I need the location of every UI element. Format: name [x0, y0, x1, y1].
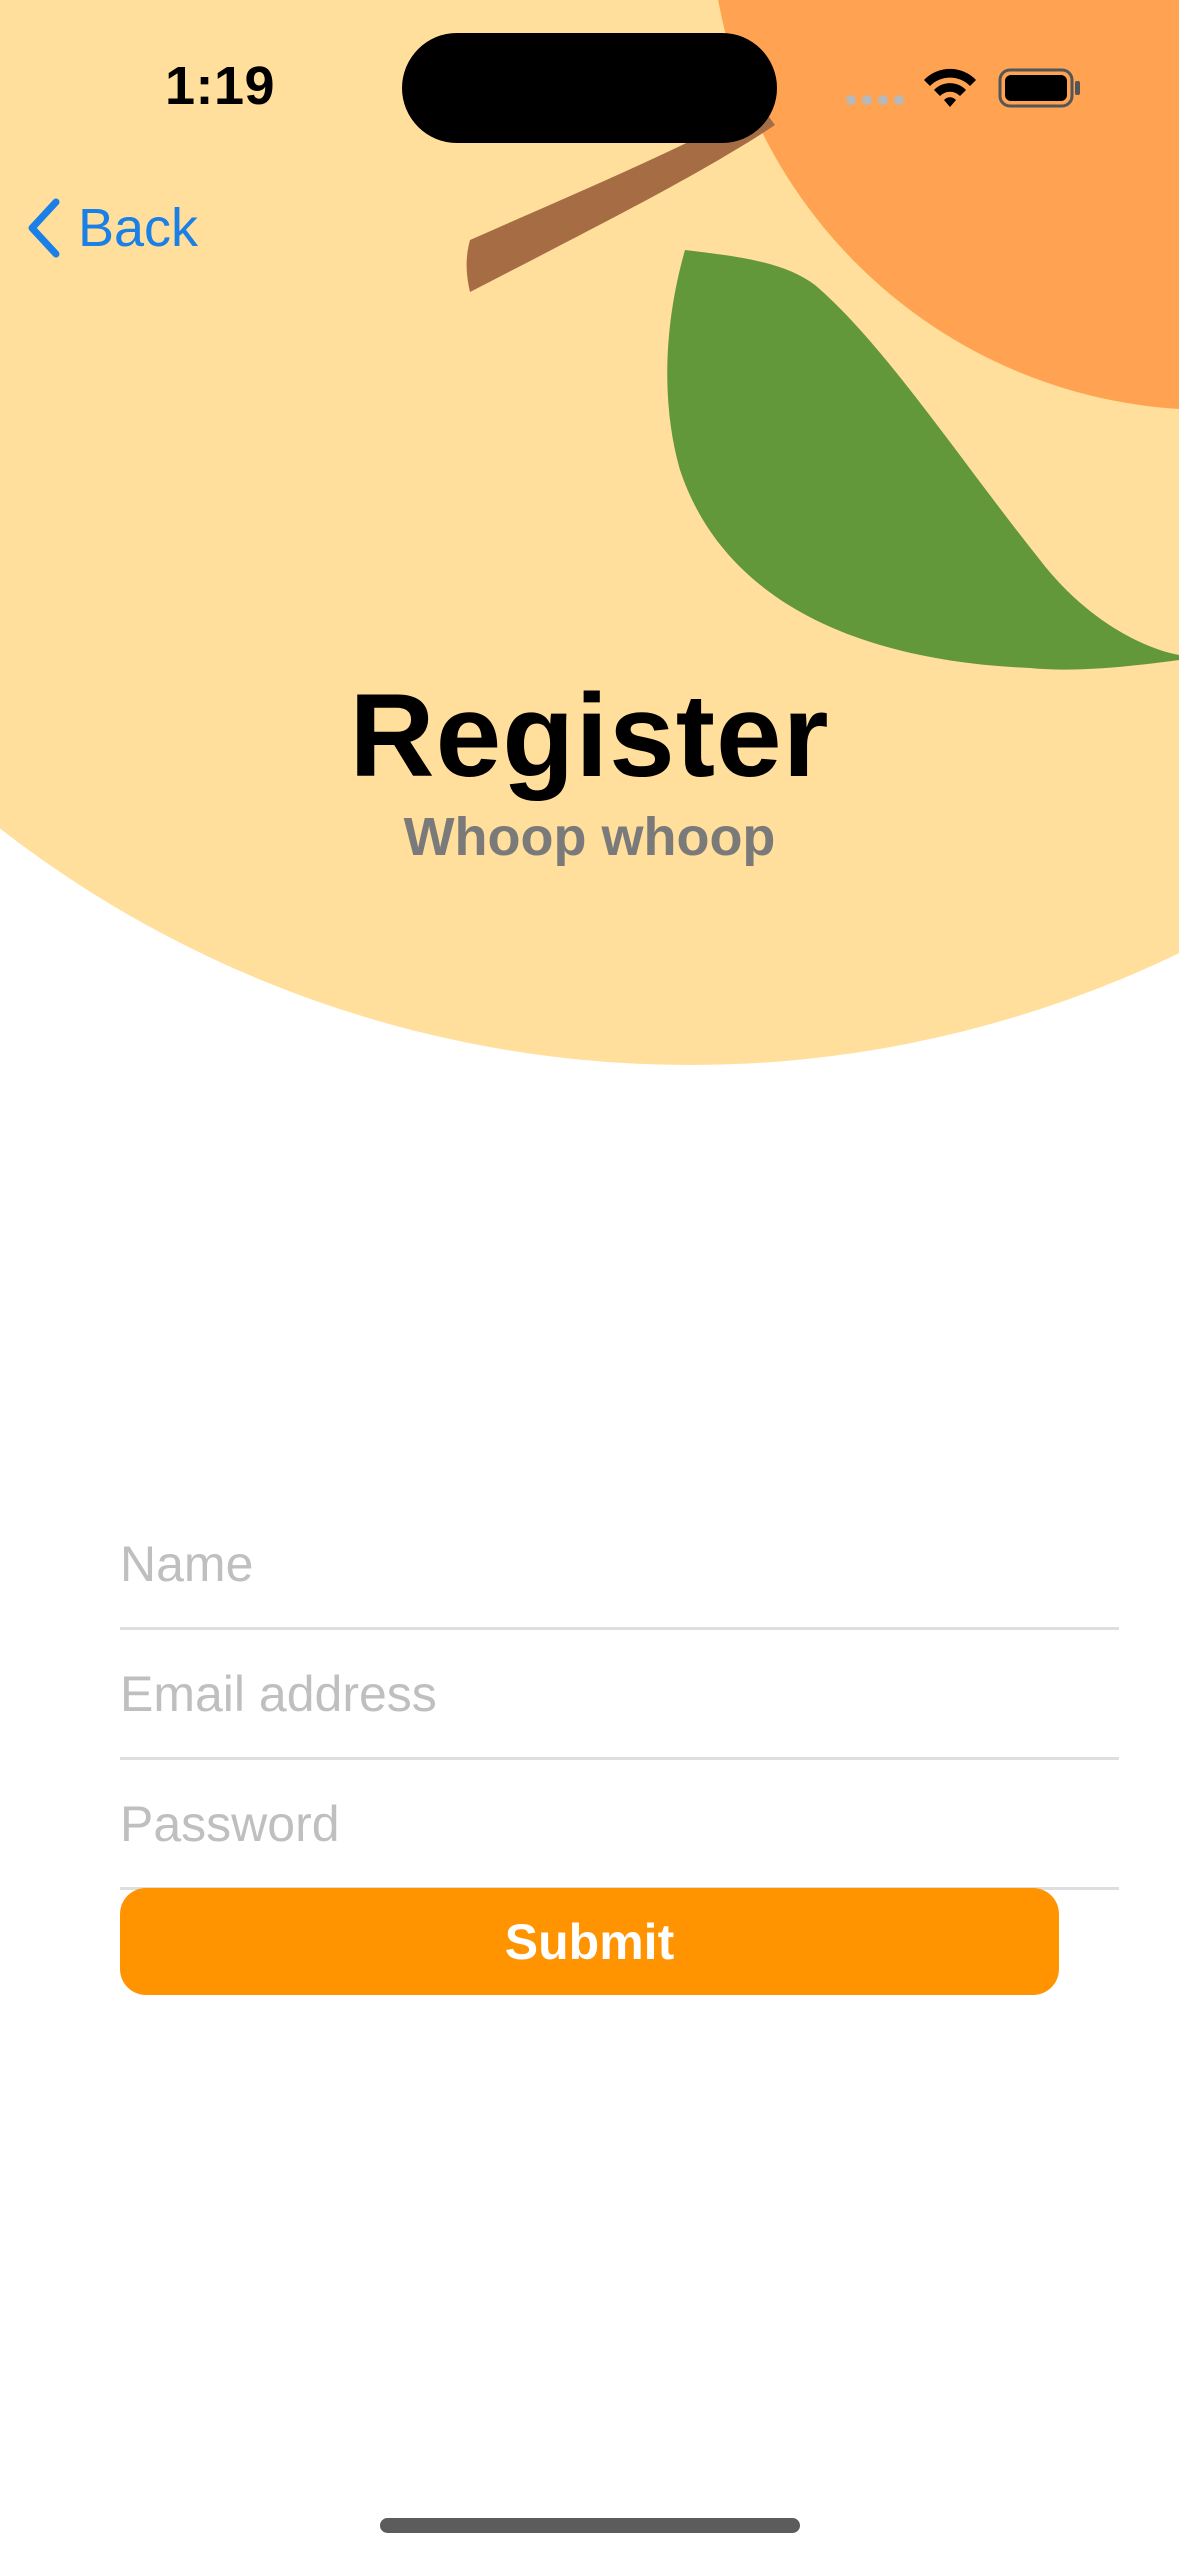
- register-form: [120, 1500, 1119, 1890]
- status-time: 1:19: [165, 56, 276, 116]
- dynamic-island: [402, 33, 777, 143]
- password-field-row: [120, 1760, 1119, 1890]
- page-title: Register: [349, 670, 830, 802]
- home-indicator[interactable]: [380, 2518, 800, 2533]
- email-field-row: [120, 1630, 1119, 1760]
- back-label: Back: [78, 198, 199, 258]
- name-field[interactable]: [120, 1534, 1119, 1593]
- email-field[interactable]: [120, 1664, 1119, 1723]
- submit-button[interactable]: Submit: [120, 1888, 1059, 1995]
- battery-icon: [998, 68, 1080, 108]
- signal-icon: [846, 95, 904, 105]
- chevron-left-icon: [28, 198, 60, 258]
- wifi-icon: [924, 68, 976, 107]
- name-field-row: [120, 1500, 1119, 1630]
- hero-illustration: [0, 0, 1179, 1065]
- back-button[interactable]: Back: [22, 188, 198, 268]
- password-field[interactable]: [120, 1794, 1119, 1853]
- page-subtitle: Whoop whoop: [403, 807, 776, 867]
